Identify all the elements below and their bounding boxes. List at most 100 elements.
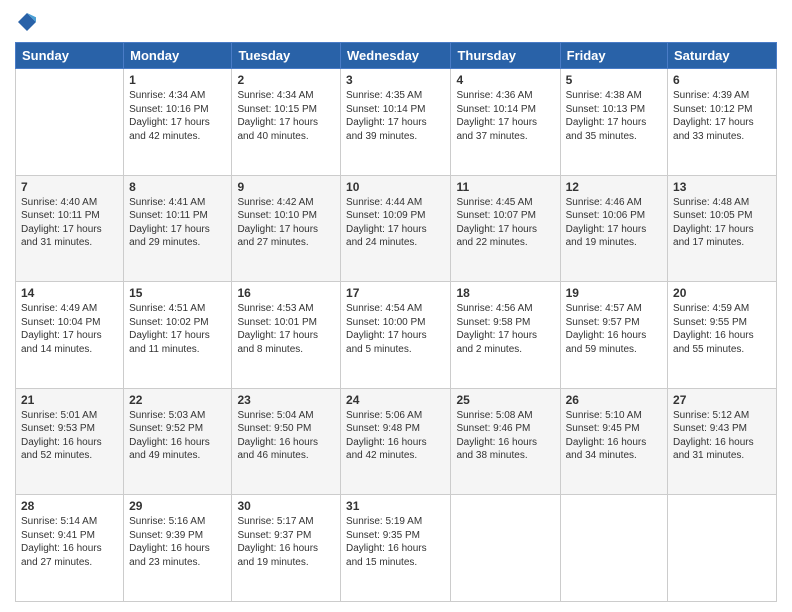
- calendar-cell: 4 Sunrise: 4:36 AM Sunset: 10:14 PM Dayli…: [451, 69, 560, 176]
- calendar-cell: 10 Sunrise: 4:44 AM Sunset: 10:09 PM Dayl…: [341, 175, 451, 282]
- day-number: 22: [129, 393, 226, 407]
- calendar-cell: 31Sunrise: 5:19 AM Sunset: 9:35 PM Dayli…: [341, 495, 451, 602]
- day-content: Sunrise: 5:06 AM Sunset: 9:48 PM Dayligh…: [346, 409, 445, 463]
- calendar-cell: 20 Sunrise: 4:59 AM Sunset: 9:55 PM Dayli…: [668, 282, 777, 389]
- calendar-cell: [451, 495, 560, 602]
- header: [15, 10, 777, 34]
- day-content: Sunrise: 4:34 AM Sunset: 10:15 PM Daylig…: [237, 89, 335, 143]
- day-number: 10: [346, 180, 445, 194]
- day-number: 13: [673, 180, 771, 194]
- day-number: 29: [129, 499, 226, 513]
- day-content: Sunrise: 4:54 AM Sunset: 10:00 PM Daylig…: [346, 302, 445, 356]
- day-content: Sunrise: 4:53 AM Sunset: 10:01 PM Daylig…: [237, 302, 335, 356]
- day-number: 19: [566, 286, 662, 300]
- weekday-header-sunday: Sunday: [16, 43, 124, 69]
- day-number: 24: [346, 393, 445, 407]
- calendar-cell: 22 Sunrise: 5:03 AM Sunset: 9:52 PM Dayli…: [124, 388, 232, 495]
- day-content: Sunrise: 4:51 AM Sunset: 10:02 PM Daylig…: [129, 302, 226, 356]
- calendar-cell: [16, 69, 124, 176]
- calendar-cell: 23 Sunrise: 5:04 AM Sunset: 9:50 PM Dayli…: [232, 388, 341, 495]
- day-number: 5: [566, 73, 662, 87]
- day-content: Sunrise: 4:42 AM Sunset: 10:10 PM Daylig…: [237, 196, 335, 250]
- day-content: Sunrise: 5:03 AM Sunset: 9:52 PM Dayligh…: [129, 409, 226, 463]
- logo-icon: [15, 10, 39, 34]
- day-number: 23: [237, 393, 335, 407]
- day-number: 8: [129, 180, 226, 194]
- calendar-cell: 1 Sunrise: 4:34 AM Sunset: 10:16 PM Dayli…: [124, 69, 232, 176]
- day-number: 4: [456, 73, 554, 87]
- week-row-4: 21Sunrise: 5:01 AM Sunset: 9:53 PM Dayli…: [16, 388, 777, 495]
- calendar-cell: 30 Sunrise: 5:17 AM Sunset: 9:37 PM Dayli…: [232, 495, 341, 602]
- day-content: Sunrise: 4:41 AM Sunset: 10:11 PM Daylig…: [129, 196, 226, 250]
- weekday-header-monday: Monday: [124, 43, 232, 69]
- calendar-cell: 13Sunrise: 4:48 AM Sunset: 10:05 PM Dayl…: [668, 175, 777, 282]
- calendar-cell: 3Sunrise: 4:35 AM Sunset: 10:14 PM Dayli…: [341, 69, 451, 176]
- calendar-cell: 8 Sunrise: 4:41 AM Sunset: 10:11 PM Dayli…: [124, 175, 232, 282]
- calendar-cell: [560, 495, 667, 602]
- week-row-3: 14Sunrise: 4:49 AM Sunset: 10:04 PM Dayl…: [16, 282, 777, 389]
- day-content: Sunrise: 5:08 AM Sunset: 9:46 PM Dayligh…: [456, 409, 554, 463]
- calendar-cell: [668, 495, 777, 602]
- weekday-header-thursday: Thursday: [451, 43, 560, 69]
- day-number: 1: [129, 73, 226, 87]
- weekday-header-friday: Friday: [560, 43, 667, 69]
- calendar-cell: 11Sunrise: 4:45 AM Sunset: 10:07 PM Dayl…: [451, 175, 560, 282]
- week-row-5: 28Sunrise: 5:14 AM Sunset: 9:41 PM Dayli…: [16, 495, 777, 602]
- weekday-header-wednesday: Wednesday: [341, 43, 451, 69]
- day-content: Sunrise: 4:46 AM Sunset: 10:06 PM Daylig…: [566, 196, 662, 250]
- calendar-cell: 26Sunrise: 5:10 AM Sunset: 9:45 PM Dayli…: [560, 388, 667, 495]
- day-number: 31: [346, 499, 445, 513]
- calendar-cell: 9Sunrise: 4:42 AM Sunset: 10:10 PM Dayli…: [232, 175, 341, 282]
- day-content: Sunrise: 5:12 AM Sunset: 9:43 PM Dayligh…: [673, 409, 771, 463]
- week-row-2: 7 Sunrise: 4:40 AM Sunset: 10:11 PM Dayli…: [16, 175, 777, 282]
- calendar-cell: 16Sunrise: 4:53 AM Sunset: 10:01 PM Dayl…: [232, 282, 341, 389]
- day-content: Sunrise: 4:39 AM Sunset: 10:12 PM Daylig…: [673, 89, 771, 143]
- calendar-cell: 29 Sunrise: 5:16 AM Sunset: 9:39 PM Dayli…: [124, 495, 232, 602]
- day-content: Sunrise: 5:14 AM Sunset: 9:41 PM Dayligh…: [21, 515, 118, 569]
- day-number: 18: [456, 286, 554, 300]
- calendar-cell: 12Sunrise: 4:46 AM Sunset: 10:06 PM Dayl…: [560, 175, 667, 282]
- day-content: Sunrise: 4:38 AM Sunset: 10:13 PM Daylig…: [566, 89, 662, 143]
- calendar-cell: 5 Sunrise: 4:38 AM Sunset: 10:13 PM Dayli…: [560, 69, 667, 176]
- calendar-cell: 24 Sunrise: 5:06 AM Sunset: 9:48 PM Dayli…: [341, 388, 451, 495]
- day-number: 7: [21, 180, 118, 194]
- weekday-header-saturday: Saturday: [668, 43, 777, 69]
- week-row-1: 1 Sunrise: 4:34 AM Sunset: 10:16 PM Dayli…: [16, 69, 777, 176]
- day-content: Sunrise: 5:01 AM Sunset: 9:53 PM Dayligh…: [21, 409, 118, 463]
- day-content: Sunrise: 5:04 AM Sunset: 9:50 PM Dayligh…: [237, 409, 335, 463]
- calendar-cell: 15 Sunrise: 4:51 AM Sunset: 10:02 PM Dayl…: [124, 282, 232, 389]
- weekday-header-row: SundayMondayTuesdayWednesdayThursdayFrid…: [16, 43, 777, 69]
- calendar-cell: 19Sunrise: 4:57 AM Sunset: 9:57 PM Dayli…: [560, 282, 667, 389]
- day-content: Sunrise: 5:17 AM Sunset: 9:37 PM Dayligh…: [237, 515, 335, 569]
- day-number: 2: [237, 73, 335, 87]
- calendar-cell: 18 Sunrise: 4:56 AM Sunset: 9:58 PM Dayli…: [451, 282, 560, 389]
- day-number: 20: [673, 286, 771, 300]
- day-content: Sunrise: 4:44 AM Sunset: 10:09 PM Daylig…: [346, 196, 445, 250]
- day-content: Sunrise: 4:36 AM Sunset: 10:14 PM Daylig…: [456, 89, 554, 143]
- calendar-cell: 7 Sunrise: 4:40 AM Sunset: 10:11 PM Dayli…: [16, 175, 124, 282]
- day-number: 6: [673, 73, 771, 87]
- calendar-cell: 6 Sunrise: 4:39 AM Sunset: 10:12 PM Dayli…: [668, 69, 777, 176]
- day-number: 25: [456, 393, 554, 407]
- calendar-cell: 28Sunrise: 5:14 AM Sunset: 9:41 PM Dayli…: [16, 495, 124, 602]
- day-number: 27: [673, 393, 771, 407]
- day-content: Sunrise: 4:56 AM Sunset: 9:58 PM Dayligh…: [456, 302, 554, 356]
- day-number: 11: [456, 180, 554, 194]
- calendar-cell: 14Sunrise: 4:49 AM Sunset: 10:04 PM Dayl…: [16, 282, 124, 389]
- day-number: 17: [346, 286, 445, 300]
- day-content: Sunrise: 4:35 AM Sunset: 10:14 PM Daylig…: [346, 89, 445, 143]
- calendar-page: SundayMondayTuesdayWednesdayThursdayFrid…: [0, 0, 792, 612]
- calendar-cell: 17 Sunrise: 4:54 AM Sunset: 10:00 PM Dayl…: [341, 282, 451, 389]
- day-content: Sunrise: 5:10 AM Sunset: 9:45 PM Dayligh…: [566, 409, 662, 463]
- calendar-table: SundayMondayTuesdayWednesdayThursdayFrid…: [15, 42, 777, 602]
- calendar-cell: 25 Sunrise: 5:08 AM Sunset: 9:46 PM Dayli…: [451, 388, 560, 495]
- day-content: Sunrise: 4:34 AM Sunset: 10:16 PM Daylig…: [129, 89, 226, 143]
- day-content: Sunrise: 4:59 AM Sunset: 9:55 PM Dayligh…: [673, 302, 771, 356]
- day-content: Sunrise: 4:40 AM Sunset: 10:11 PM Daylig…: [21, 196, 118, 250]
- day-number: 14: [21, 286, 118, 300]
- day-content: Sunrise: 5:16 AM Sunset: 9:39 PM Dayligh…: [129, 515, 226, 569]
- calendar-cell: 27 Sunrise: 5:12 AM Sunset: 9:43 PM Dayli…: [668, 388, 777, 495]
- day-number: 30: [237, 499, 335, 513]
- day-number: 15: [129, 286, 226, 300]
- calendar-cell: 21Sunrise: 5:01 AM Sunset: 9:53 PM Dayli…: [16, 388, 124, 495]
